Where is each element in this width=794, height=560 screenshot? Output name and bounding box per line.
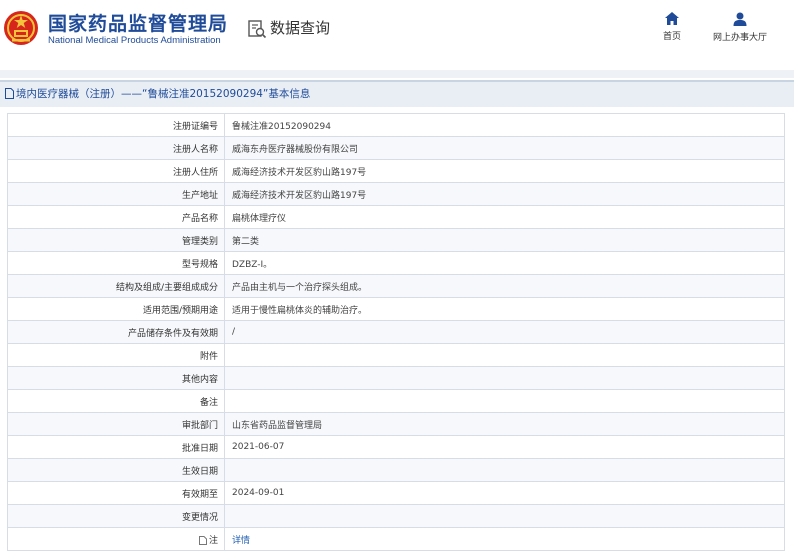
- field-value: 山东省药品监督管理局: [224, 412, 785, 436]
- table-row: 注册证编号 鲁械注准20152090294: [7, 113, 785, 137]
- table-row-note: 注 详情: [7, 527, 785, 551]
- field-value: 2021-06-07: [224, 435, 785, 459]
- note-label: 注: [208, 535, 218, 546]
- table-row: 生产地址 威海经济技术开发区豹山路197号: [7, 182, 785, 206]
- field-label: 其他内容: [7, 366, 225, 390]
- nav-service-label: 网上办事大厅: [712, 33, 767, 43]
- table-row: 变更情况: [7, 504, 785, 528]
- site-subtitle: National Medical Products Administration: [48, 35, 221, 46]
- header-divider: [0, 70, 794, 78]
- field-value: 扁桃体理疗仪: [224, 205, 785, 229]
- site-header: 国家药品监督管理局 National Medical Products Admi…: [0, 0, 794, 70]
- field-value: 第二类: [224, 228, 785, 252]
- field-label: 产品名称: [7, 205, 225, 229]
- field-label: 批准日期: [7, 435, 225, 459]
- table-row: 批准日期 2021-06-07: [7, 435, 785, 459]
- field-value: 详情: [224, 527, 785, 551]
- nav-home-link[interactable]: 首页: [655, 12, 689, 42]
- table-row: 注册人名称 威海东舟医疗器械股份有限公司: [7, 136, 785, 160]
- table-row: 有效期至 2024-09-01: [7, 481, 785, 505]
- table-row: 产品储存条件及有效期 /: [7, 320, 785, 344]
- field-label: 附件: [7, 343, 225, 367]
- section-header: 境内医疗器械（注册）——“鲁械注准20152090294”基本信息: [0, 80, 794, 107]
- field-label: 生效日期: [7, 458, 225, 482]
- table-row: 备注: [7, 389, 785, 413]
- table-row: 适用范围/预期用途 适用于慢性扁桃体炎的辅助治疗。: [7, 297, 785, 321]
- field-value: /: [224, 320, 785, 344]
- table-row: 结构及组成/主要组成成分 产品由主机与一个治疗探头组成。: [7, 274, 785, 298]
- field-value: [224, 504, 785, 528]
- user-icon: [733, 12, 747, 26]
- table-row: 其他内容: [7, 366, 785, 390]
- table-row: 管理类别 第二类: [7, 228, 785, 252]
- table-row: 生效日期: [7, 458, 785, 482]
- note-icon: [198, 535, 207, 545]
- field-label: 审批部门: [7, 412, 225, 436]
- site-title: 国家药品监督管理局: [48, 13, 229, 35]
- detail-link[interactable]: 详情: [232, 536, 250, 546]
- table-row: 审批部门 山东省药品监督管理局: [7, 412, 785, 436]
- table-row: 产品名称 扁桃体理疗仪: [7, 205, 785, 229]
- nav-home-label: 首页: [662, 32, 681, 42]
- field-label: 注册人住所: [7, 159, 225, 183]
- home-icon: [665, 12, 679, 25]
- field-label: 注: [7, 527, 225, 551]
- field-label: 生产地址: [7, 182, 225, 206]
- document-search-icon: [248, 20, 267, 39]
- table-row: 型号规格 DZBZ-I。: [7, 251, 785, 275]
- detail-table: 注册证编号 鲁械注准20152090294 注册人名称 威海东舟医疗器械股份有限公司注…: [7, 113, 785, 551]
- field-value: 鲁械注准20152090294: [224, 113, 785, 137]
- field-value: [224, 343, 785, 367]
- field-value: [224, 458, 785, 482]
- field-label: 备注: [7, 389, 225, 413]
- field-label: 适用范围/预期用途: [7, 297, 225, 321]
- field-label: 注册人名称: [7, 136, 225, 160]
- field-value: [224, 366, 785, 390]
- field-value: 2024-09-01: [224, 481, 785, 505]
- field-value: 适用于慢性扁桃体炎的辅助治疗。: [224, 297, 785, 321]
- nav-service-hall-link[interactable]: 网上办事大厅: [706, 12, 774, 43]
- national-emblem-icon: [4, 11, 38, 45]
- field-value: 威海经济技术开发区豹山路197号: [224, 182, 785, 206]
- field-label: 型号规格: [7, 251, 225, 275]
- field-value: DZBZ-I。: [224, 251, 785, 275]
- table-row: 附件: [7, 343, 785, 367]
- table-row: 注册人住所 威海经济技术开发区豹山路197号: [7, 159, 785, 183]
- field-label: 产品储存条件及有效期: [7, 320, 225, 344]
- field-value: [224, 389, 785, 413]
- section-title: 境内医疗器械（注册）——“鲁械注准20152090294”基本信息: [16, 88, 311, 100]
- field-label: 变更情况: [7, 504, 225, 528]
- field-label: 注册证编号: [7, 113, 225, 137]
- document-icon: [5, 88, 14, 99]
- field-label: 有效期至: [7, 481, 225, 505]
- page-title: 数据查询: [270, 19, 331, 37]
- field-value: 威海经济技术开发区豹山路197号: [224, 159, 785, 183]
- field-label: 结构及组成/主要组成成分: [7, 274, 225, 298]
- field-value: 产品由主机与一个治疗探头组成。: [224, 274, 785, 298]
- field-value: 威海东舟医疗器械股份有限公司: [224, 136, 785, 160]
- field-label: 管理类别: [7, 228, 225, 252]
